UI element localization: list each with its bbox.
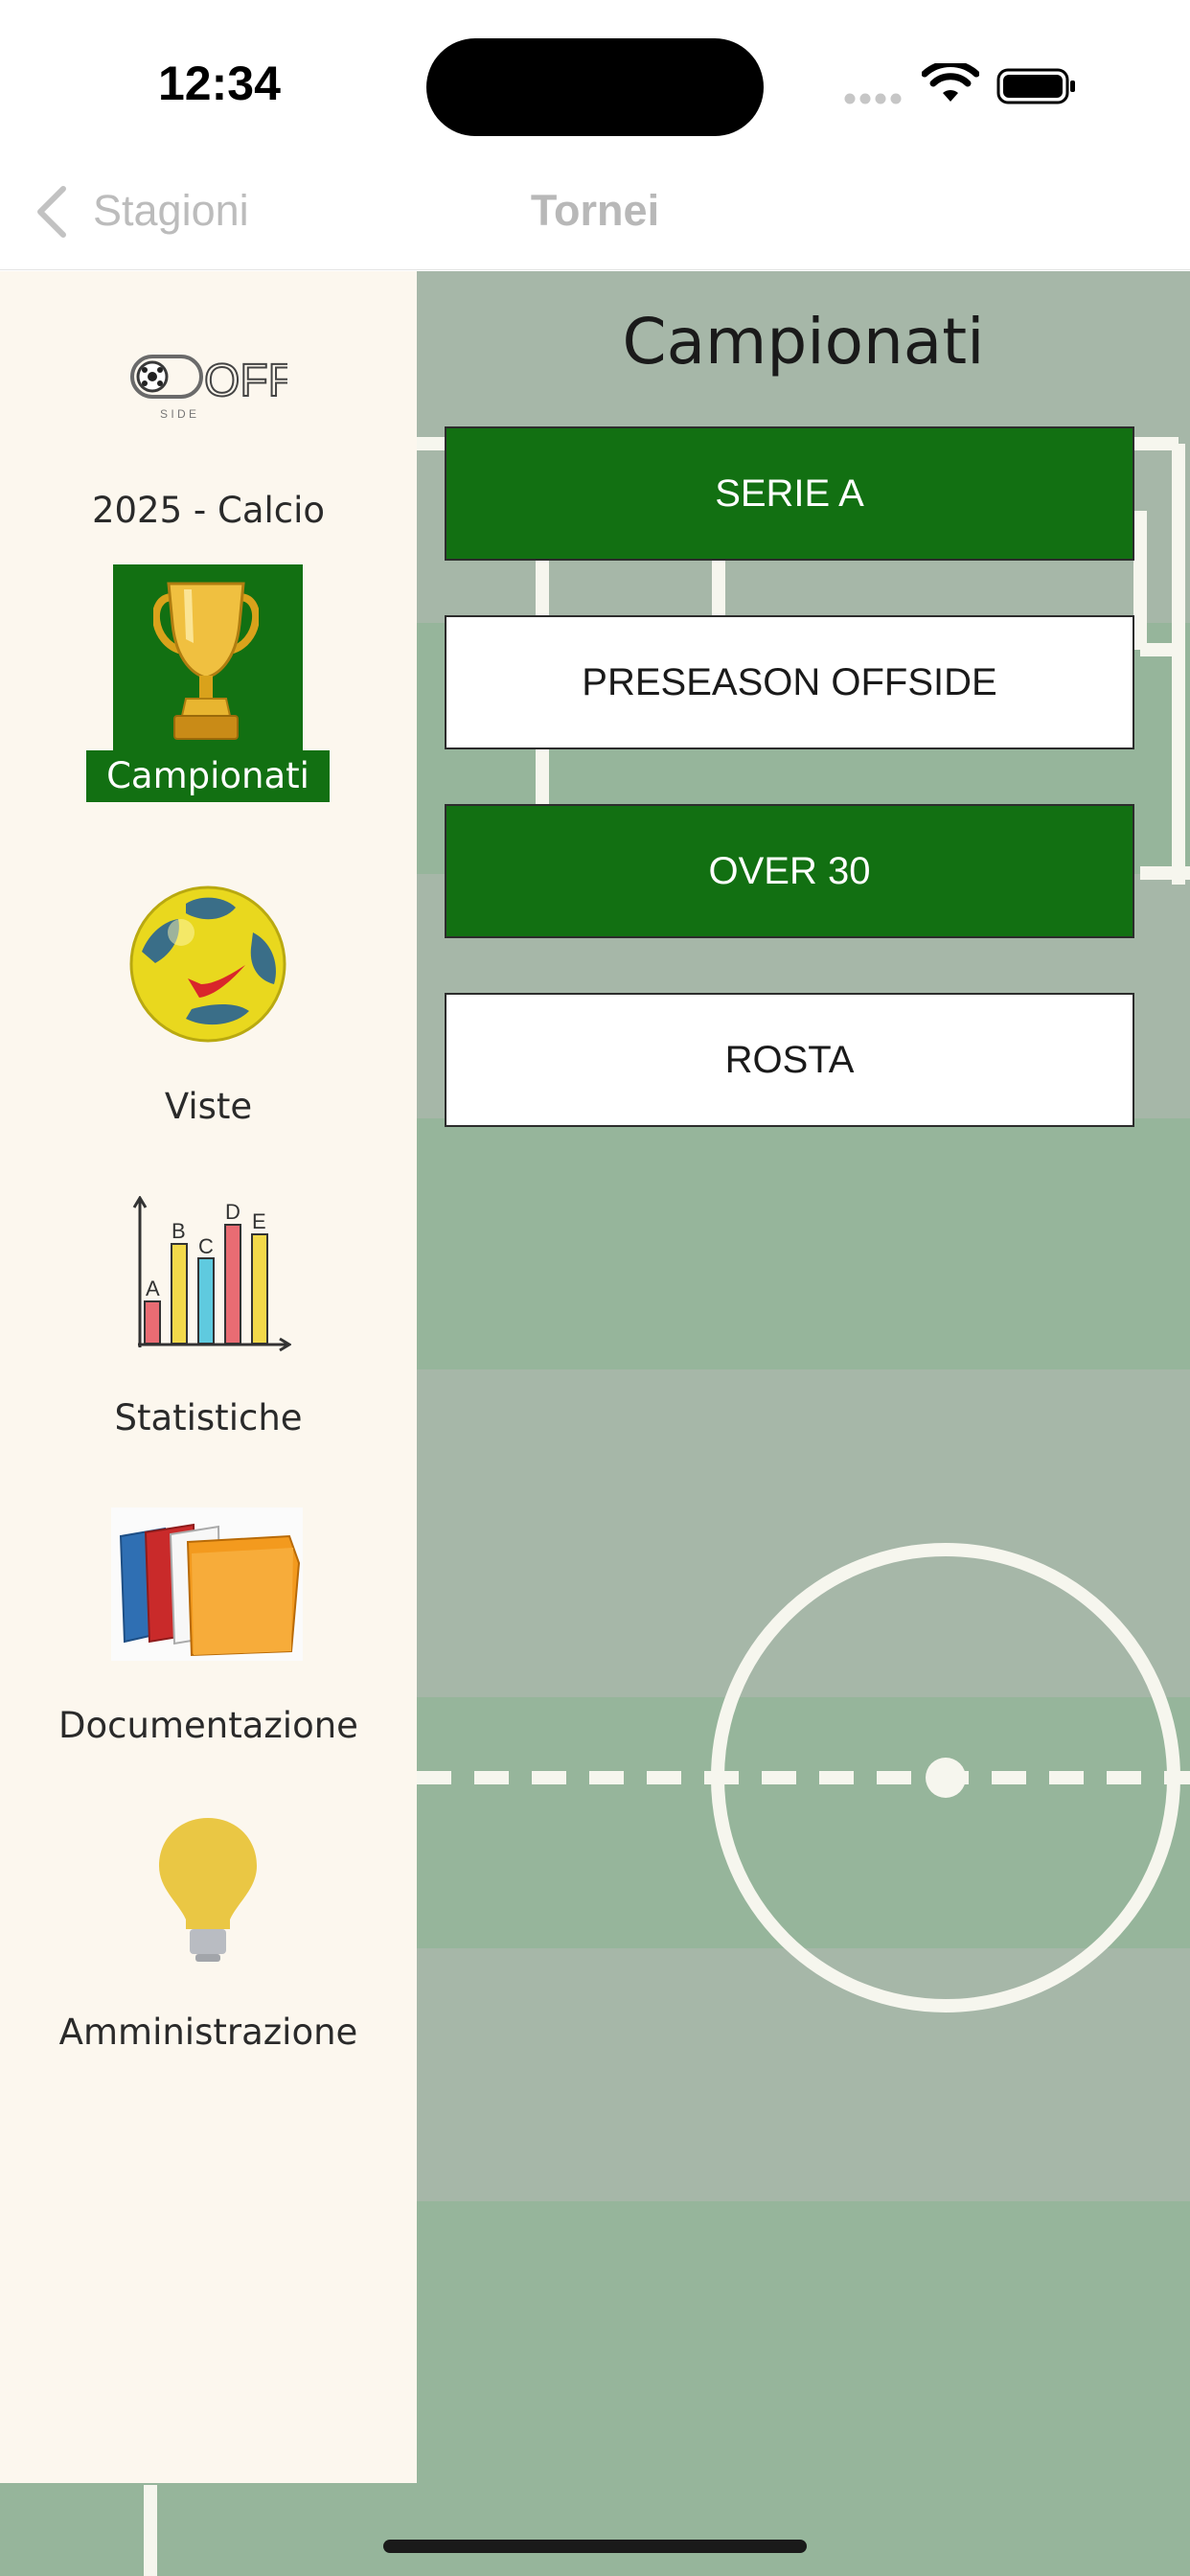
logo-text: OFF: [204, 356, 287, 406]
trophy-icon: [153, 582, 259, 740]
championship-button-rosta[interactable]: ROSTA: [445, 993, 1134, 1127]
status-time: 12:34: [158, 57, 281, 110]
page-title: Tornei: [530, 186, 660, 235]
soccer-ball-icon: [129, 886, 286, 1043]
sidebar-item-label: Statistiche: [114, 1397, 303, 1438]
season-label: 2025 - Calcio: [91, 490, 326, 531]
championship-button-serie-a[interactable]: SERIE A: [445, 426, 1134, 561]
chart-icon-letter: C: [198, 1234, 214, 1258]
offside-logo: OFF S I D E: [130, 355, 287, 421]
chart-icon-letter: E: [252, 1209, 266, 1233]
status-bar: 12:34: [0, 0, 1190, 153]
folders-icon: [111, 1507, 303, 1661]
championship-button-preseason-offside[interactable]: PRESEASON OFFSIDE: [445, 615, 1134, 749]
logo-subtext: S I D E: [160, 407, 196, 421]
chart-icon-letter: D: [225, 1200, 240, 1224]
sidebar-item-viste[interactable]: Viste: [0, 885, 417, 1134]
home-indicator[interactable]: [383, 2540, 807, 2553]
dynamic-island: [426, 38, 764, 136]
wifi-icon: [922, 63, 979, 102]
sidebar-item-documentazione[interactable]: Documentazione: [0, 1507, 417, 1766]
sidebar-item-label: Campionati: [86, 750, 330, 802]
sidebar-item-label: Viste: [164, 1086, 253, 1127]
sidebar-item-label: Documentazione: [58, 1705, 358, 1746]
sidebar-item-label: Amministrazione: [58, 2012, 358, 2053]
battery-icon: [996, 68, 1075, 104]
bar-chart-icon: A B C D E: [132, 1196, 291, 1352]
championship-button-over-30[interactable]: OVER 30: [445, 804, 1134, 938]
sidebar-item-statistiche[interactable]: A B C D E Statistiche: [0, 1196, 417, 1455]
sidebar-item-amministrazione[interactable]: Amministrazione: [0, 1814, 417, 2073]
sidebar-item-campionati[interactable]: Campionati: [0, 564, 417, 804]
sidebar: OFF S I D E 2025 - Calcio Campionati Vis…: [0, 271, 417, 2483]
chart-icon-letter: A: [146, 1276, 160, 1300]
lightbulb-icon: [159, 1818, 257, 1962]
section-title: Campionati: [622, 305, 985, 379]
navigation-bar: Stagioni Tornei: [0, 153, 1190, 270]
cellular-signal-icon: [844, 93, 902, 104]
chart-icon-letter: B: [172, 1219, 186, 1243]
